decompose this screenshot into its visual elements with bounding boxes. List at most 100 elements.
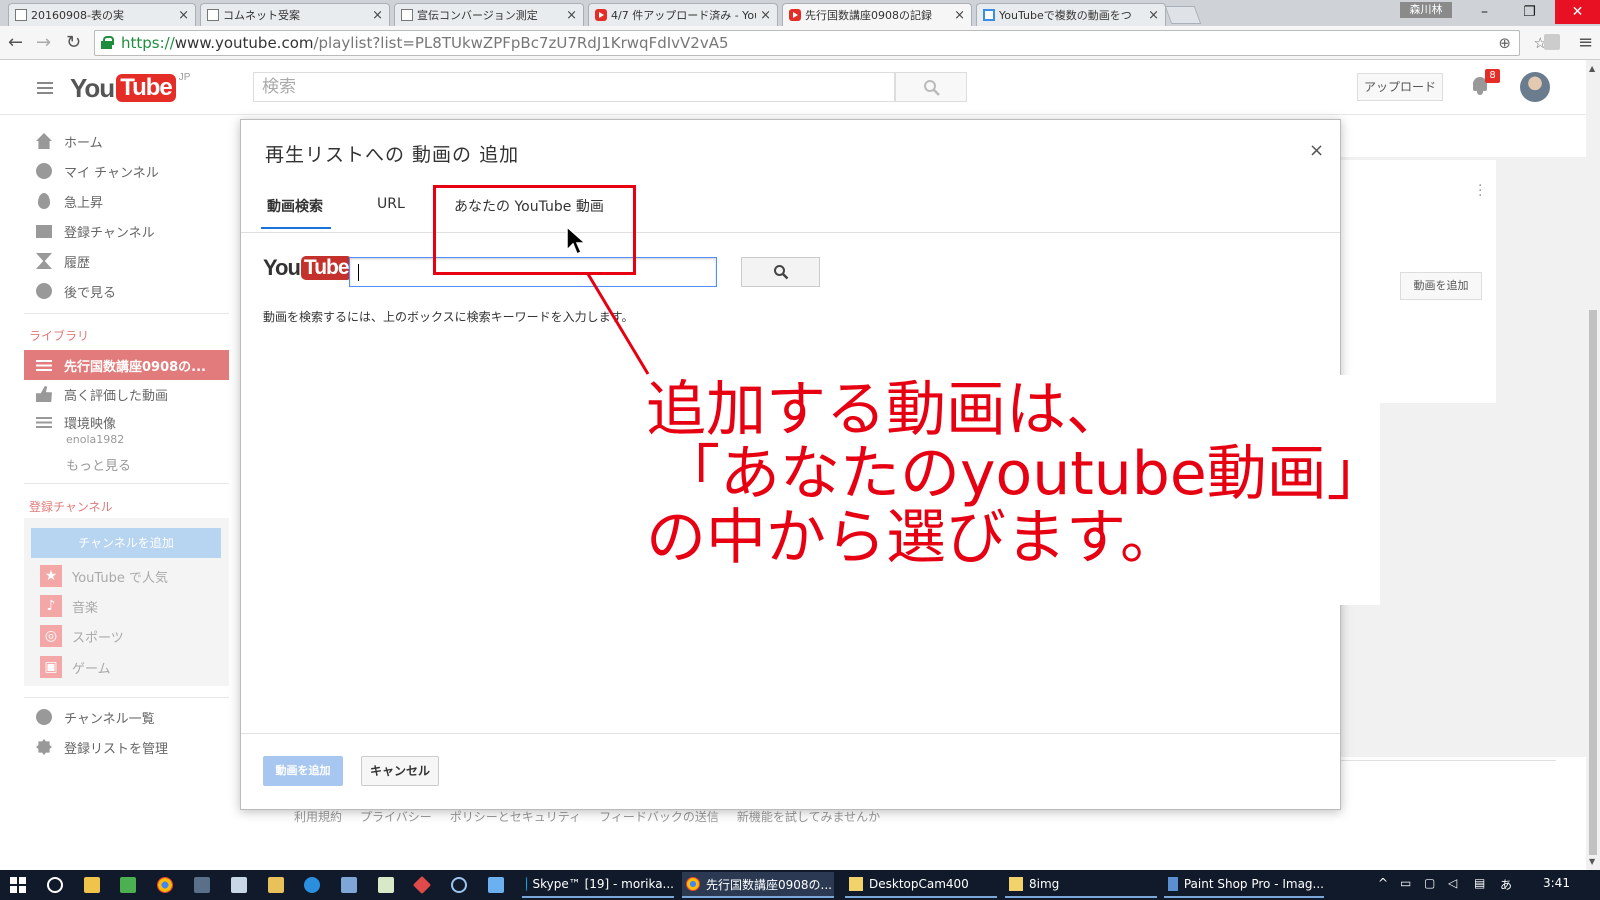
- app-icon[interactable]: [231, 877, 247, 893]
- search-input[interactable]: 検索: [253, 72, 895, 102]
- guide-item-playlist[interactable]: 環境映像: [24, 407, 229, 437]
- browser-tab[interactable]: 4/7 件アップロード済み - You ×: [588, 3, 778, 26]
- close-window-icon[interactable]: ✕: [1555, 0, 1600, 24]
- tab-video-search[interactable]: 動画検索: [267, 196, 323, 216]
- app-icon[interactable]: [341, 877, 357, 893]
- close-tab-icon[interactable]: ×: [178, 8, 189, 23]
- channel-item[interactable]: ◎ スポーツ: [40, 624, 124, 648]
- scrollbar-thumb[interactable]: [1589, 310, 1597, 855]
- footer-link-try-new[interactable]: 新機能を試してみませんか: [737, 808, 880, 825]
- annotation-arrow-line: [586, 273, 650, 375]
- guide-sidebar: ホーム マイ チャンネル 急上昇 登録チャンネル 履歴 後で見る ライブラリ 先…: [0, 115, 236, 870]
- address-bar[interactable]: https://www.youtube.com/playlist?list=PL…: [94, 30, 1547, 56]
- menu-icon[interactable]: ≡: [1578, 33, 1593, 53]
- channel-label: スポーツ: [72, 630, 124, 646]
- reload-icon[interactable]: ↻: [66, 33, 81, 53]
- close-tab-icon[interactable]: ×: [1148, 8, 1159, 23]
- add-videos-button[interactable]: 動画を追加: [263, 756, 343, 786]
- guide-menu-icon[interactable]: [37, 82, 53, 94]
- guide-item-liked-videos[interactable]: 高く評価した動画: [24, 379, 229, 409]
- taskbar-task-folder[interactable]: 8img: [1005, 872, 1157, 898]
- video-search-button[interactable]: [741, 257, 820, 287]
- clock[interactable]: 3:41: [1543, 876, 1570, 890]
- tab-url[interactable]: URL: [377, 196, 405, 212]
- guide-item-label: 高く評価した動画: [64, 388, 169, 404]
- edge-icon[interactable]: [304, 877, 320, 893]
- add-video-button[interactable]: 動画を追加: [1400, 272, 1482, 300]
- volume-icon[interactable]: ◁: [1448, 876, 1457, 890]
- battery-icon[interactable]: ▭: [1400, 876, 1411, 890]
- footer-link-feedback[interactable]: フィードバックの送信: [599, 808, 719, 825]
- close-tab-icon[interactable]: ×: [760, 8, 771, 23]
- add-channel-button[interactable]: チャンネルを追加: [31, 528, 221, 558]
- guide-item-manage-subscriptions[interactable]: 登録リストを管理: [24, 732, 229, 762]
- close-tab-icon[interactable]: ×: [372, 8, 383, 23]
- guide-item-history[interactable]: 履歴: [24, 246, 229, 276]
- cancel-button[interactable]: キャンセル: [361, 756, 439, 786]
- search-button[interactable]: [895, 72, 967, 102]
- app-icon[interactable]: [378, 877, 394, 893]
- app-icon[interactable]: [120, 877, 136, 893]
- taskbar-task-chrome[interactable]: 先行国数講座0908の...: [682, 872, 834, 898]
- taskbar-task-paintshop[interactable]: Paint Shop Pro - Imag...: [1164, 872, 1324, 898]
- restore-icon[interactable]: ❐: [1507, 0, 1552, 24]
- close-icon[interactable]: ×: [1309, 140, 1324, 161]
- gear-icon: [36, 739, 52, 755]
- avatar[interactable]: [1520, 72, 1550, 102]
- close-tab-icon[interactable]: ×: [954, 8, 965, 23]
- app-icon[interactable]: [488, 877, 504, 893]
- footer-link-terms[interactable]: 利用規約: [294, 808, 342, 825]
- channel-item[interactable]: ▣ ゲーム: [40, 655, 111, 679]
- zoom-icon[interactable]: ⊕: [1498, 31, 1511, 55]
- page-scrollbar[interactable]: ▲ ▼: [1586, 60, 1600, 870]
- guide-item-browse-channels[interactable]: チャンネル一覧: [24, 702, 229, 732]
- browser-tab[interactable]: コムネット受案 ×: [200, 3, 390, 26]
- guide-item-subscriptions[interactable]: 登録チャンネル: [24, 216, 229, 246]
- file-explorer-icon[interactable]: [268, 877, 284, 893]
- cortana-search-icon[interactable]: [47, 877, 63, 893]
- scroll-down-icon[interactable]: ▼: [1589, 857, 1595, 866]
- app-icon[interactable]: [84, 877, 100, 893]
- chevron-up-icon[interactable]: ^: [1378, 876, 1388, 890]
- guide-item-trending[interactable]: 急上昇: [24, 186, 229, 216]
- skype-icon: [526, 877, 527, 891]
- footer-link-privacy[interactable]: プライバシー: [360, 808, 432, 825]
- upload-button[interactable]: アップロード: [1357, 73, 1443, 101]
- browser-tab-active[interactable]: 先行国数講座0908の記録 ×: [782, 3, 972, 26]
- browser-tab[interactable]: YouTubeで複数の動画をつ ×: [976, 3, 1166, 26]
- rss-icon[interactable]: [1544, 34, 1560, 50]
- forward-icon[interactable]: →: [36, 33, 51, 53]
- guide-item-label: 履歴: [64, 255, 91, 271]
- app-icon[interactable]: [451, 877, 467, 893]
- guide-item-home[interactable]: ホーム: [24, 126, 229, 156]
- guide-item-playlist-selected[interactable]: 先行国数講座0908の...: [24, 350, 229, 380]
- more-options-icon[interactable]: · · ·: [1478, 179, 1482, 203]
- chrome-icon[interactable]: [157, 877, 173, 893]
- app-icon[interactable]: [412, 875, 432, 895]
- network-icon[interactable]: ▢: [1424, 876, 1435, 890]
- new-tab-button[interactable]: [1164, 6, 1202, 24]
- show-more-link[interactable]: もっと見る: [66, 455, 131, 474]
- taskbar-task-skype[interactable]: Skype™ [19] - morika...: [522, 872, 674, 898]
- minimize-icon[interactable]: –: [1462, 0, 1507, 24]
- app-icon[interactable]: [194, 877, 210, 893]
- youtube-logo[interactable]: You Tube JP: [70, 72, 190, 104]
- search-hint: 動画を検索するには、上のボックスに検索キーワードを入力します。: [263, 310, 634, 324]
- hourglass-icon: [36, 253, 52, 269]
- ime-indicator[interactable]: あ: [1500, 876, 1512, 893]
- divider: [1316, 760, 1556, 761]
- channel-item[interactable]: ♪ 音楽: [40, 594, 98, 618]
- notifications-icon[interactable]: ▤: [1474, 876, 1485, 890]
- star-icon: ★: [40, 565, 62, 587]
- back-icon[interactable]: ←: [8, 33, 23, 53]
- browser-tab[interactable]: 20160908-表の実 ×: [8, 3, 196, 26]
- guide-item-my-channel[interactable]: マイ チャンネル: [24, 156, 229, 186]
- close-tab-icon[interactable]: ×: [566, 8, 577, 23]
- scroll-up-icon[interactable]: ▲: [1589, 64, 1595, 73]
- windows-start-icon[interactable]: [10, 877, 26, 893]
- taskbar-task-folder[interactable]: DesktopCam400: [845, 872, 997, 898]
- guide-item-watch-later[interactable]: 後で見る: [24, 276, 229, 306]
- footer-link-policy[interactable]: ポリシーとセキュリティ: [450, 808, 581, 825]
- channel-item[interactable]: ★ YouTube で人気: [40, 564, 168, 588]
- browser-tab[interactable]: 宣伝コンバージョン測定 ×: [394, 3, 584, 26]
